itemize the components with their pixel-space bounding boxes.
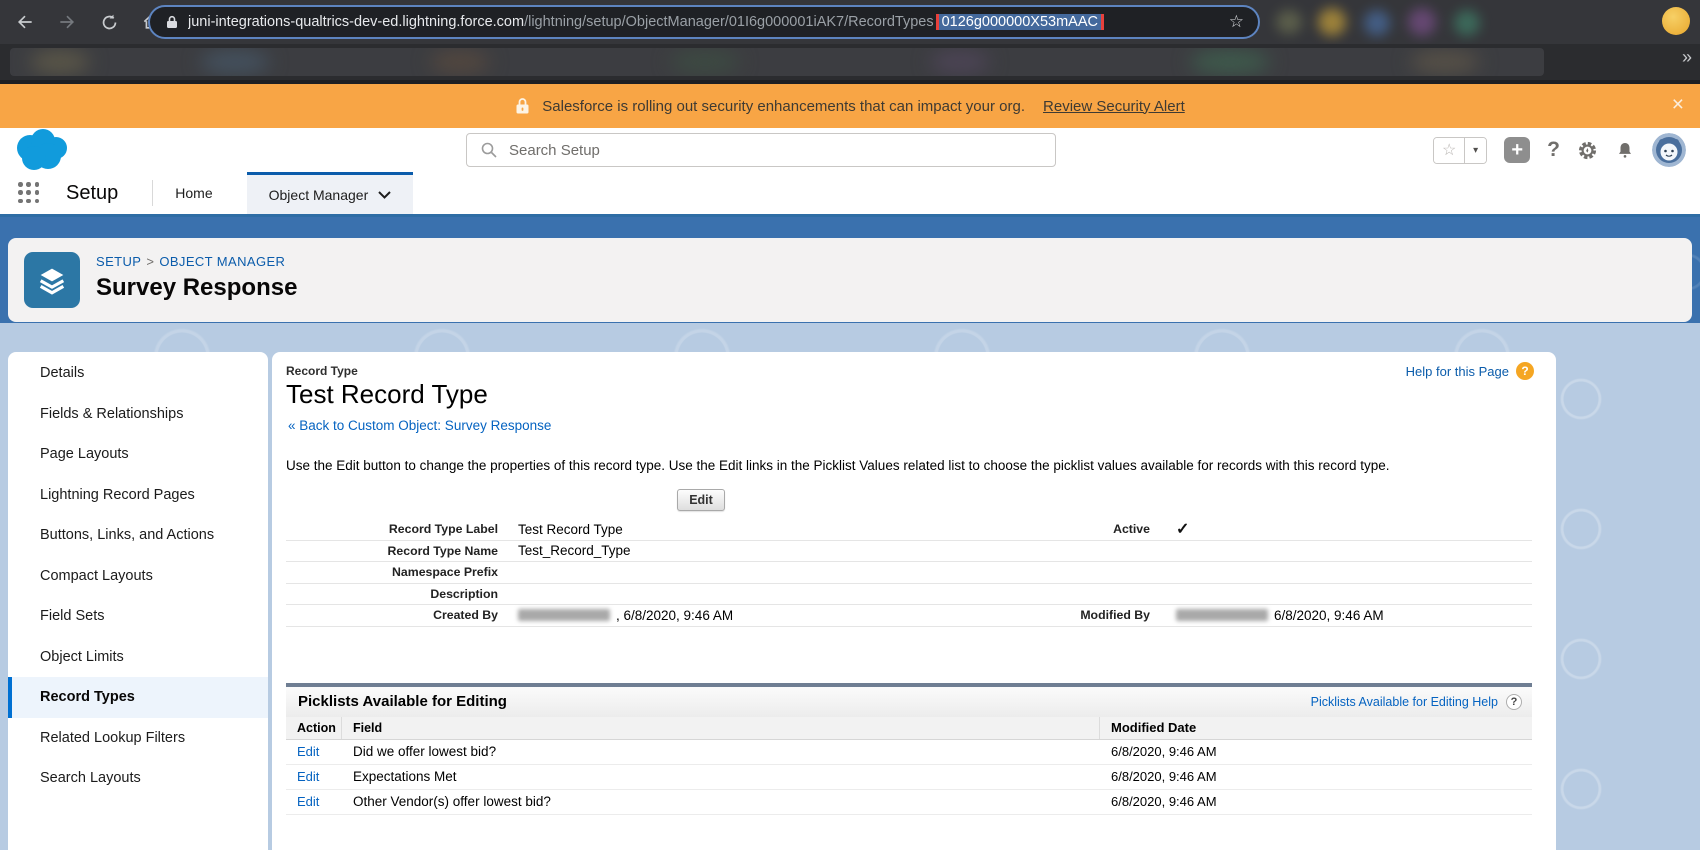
help-orange-icon[interactable]: ? (1516, 362, 1534, 380)
setup-nav-bar: Setup Home Object Manager (0, 172, 1700, 217)
picklist-edit-link[interactable]: Edit (297, 794, 319, 809)
search-icon (481, 142, 497, 158)
app-name: Setup (66, 182, 118, 205)
main-content: Help for this Page ? Record Type Test Re… (272, 352, 1556, 850)
sidebar-item[interactable]: Lightning Record Pages (8, 475, 268, 516)
sidebar-item[interactable]: Buttons, Links, and Actions (8, 515, 268, 556)
notifications-bell-icon[interactable] (1615, 140, 1635, 161)
salesforce-logo[interactable] (8, 124, 76, 179)
setup-gear-icon[interactable] (1577, 140, 1598, 161)
back-to-object-link[interactable]: « Back to Custom Object: Survey Response (288, 418, 551, 433)
bookmarks-blurred-strip (10, 48, 1544, 76)
url-bar[interactable]: juni-integrations-qualtrics-dev-ed.light… (148, 5, 1260, 39)
favorite-star-icon[interactable]: ☆ (1434, 138, 1464, 163)
record-type-title: Test Record Type (286, 379, 1532, 410)
record-type-detail: Record Type Label Test Record Type Activ… (286, 519, 1532, 627)
favorites-dropdown-icon[interactable]: ▾ (1464, 138, 1486, 163)
browser-back-icon[interactable] (8, 5, 42, 39)
picklist-row: Edit Did we offer lowest bid? 6/8/2020, … (286, 740, 1532, 765)
chevron-down-icon (378, 191, 391, 199)
breadcrumb-object-manager-link[interactable]: OBJECT MANAGER (159, 254, 285, 269)
extensions-blurred (1272, 4, 1512, 40)
screen: juni-integrations-qualtrics-dev-ed.light… (0, 0, 1700, 850)
bookmarks-bar: » (0, 44, 1700, 80)
browser-reload-icon[interactable] (92, 5, 126, 39)
picklist-modified-date: 6/8/2020, 9:46 AM (1100, 769, 1532, 784)
picklist-field-name: Expectations Met (342, 769, 1100, 784)
record-type-kicker: Record Type (286, 364, 1532, 378)
bookmark-star-icon[interactable]: ☆ (1229, 12, 1244, 32)
sidebar-item[interactable]: Object Limits (8, 637, 268, 678)
breadcrumb: SETUP>OBJECT MANAGER (96, 254, 285, 269)
banner-close-icon[interactable]: × (1672, 94, 1684, 116)
picklist-modified-date: 6/8/2020, 9:46 AM (1100, 794, 1532, 809)
picklist-field-name: Did we offer lowest bid? (342, 744, 1100, 759)
picklist-edit-link[interactable]: Edit (297, 769, 319, 784)
sidebar-item[interactable]: Fields & Relationships (8, 394, 268, 435)
browser-profile-avatar[interactable] (1662, 7, 1690, 35)
security-alert-banner: Salesforce is rolling out security enhan… (0, 84, 1700, 128)
help-icon[interactable]: ? (1547, 138, 1560, 162)
active-checkmark-icon: ✓ (1176, 519, 1189, 539)
picklist-row: Edit Other Vendor(s) offer lowest bid? 6… (286, 790, 1532, 815)
picklist-row: Edit Expectations Met 6/8/2020, 9:46 AM (286, 765, 1532, 790)
picklist-modified-date: 6/8/2020, 9:46 AM (1100, 744, 1532, 759)
page-title: Survey Response (96, 274, 297, 302)
sidebar-item[interactable]: Compact Layouts (8, 556, 268, 597)
picklist-field-name: Other Vendor(s) offer lowest bid? (342, 794, 1100, 809)
help-for-this-page-link[interactable]: Help for this Page (1406, 364, 1509, 379)
sidebar-item[interactable]: Related Lookup Filters (8, 718, 268, 759)
tab-home[interactable]: Home (153, 172, 234, 214)
url-text: juni-integrations-qualtrics-dev-ed.light… (188, 14, 1221, 30)
edit-button[interactable]: Edit (677, 489, 725, 511)
page-header-card: SETUP>OBJECT MANAGER Survey Response (8, 238, 1692, 322)
picklists-section-title: Picklists Available for Editing (298, 693, 1311, 710)
sidebar-item[interactable]: Details (8, 353, 268, 394)
picklists-table-header: Action Field Modified Date (286, 717, 1532, 740)
object-manager-sidebar: Details Fields & Relationships Page Layo… (8, 352, 268, 850)
picklist-edit-link[interactable]: Edit (297, 744, 319, 759)
setup-background: SETUP>OBJECT MANAGER Survey Response Det… (0, 217, 1700, 850)
search-setup-box[interactable] (466, 133, 1056, 167)
favorites-control[interactable]: ☆ ▾ (1433, 137, 1487, 164)
redacted-username (518, 609, 610, 621)
redacted-username (1176, 609, 1268, 621)
help-gray-icon[interactable]: ? (1506, 694, 1522, 710)
picklists-table: Action Field Modified Date Edit Did we o… (286, 717, 1532, 815)
browser-toolbar: juni-integrations-qualtrics-dev-ed.light… (0, 0, 1700, 44)
detail-row: Record Type Name Test_Record_Type (286, 541, 1532, 563)
global-header: ☆ ▾ + ? (0, 128, 1700, 172)
breadcrumb-setup-link[interactable]: SETUP (96, 254, 141, 269)
picklists-section: Picklists Available for Editing Picklist… (286, 683, 1532, 815)
app-launcher-icon[interactable] (18, 182, 40, 204)
sidebar-item[interactable]: Search Layouts (8, 758, 268, 799)
detail-row: Description (286, 584, 1532, 606)
picklists-help-link[interactable]: Picklists Available for Editing Help (1311, 695, 1498, 709)
detail-row: Record Type Label Test Record Type Activ… (286, 519, 1532, 541)
sidebar-item[interactable]: Record Types (8, 677, 268, 718)
sidebar-item[interactable]: Field Sets (8, 596, 268, 637)
sidebar-item[interactable]: Page Layouts (8, 434, 268, 475)
browser-forward-icon[interactable] (50, 5, 84, 39)
url-highlighted-id: 0126g000000X53mAAC (936, 14, 1104, 30)
user-avatar[interactable] (1652, 133, 1686, 167)
review-security-alert-link[interactable]: Review Security Alert (1043, 98, 1185, 115)
object-layers-icon (24, 252, 80, 308)
tls-lock-icon (166, 15, 178, 29)
banner-message: Salesforce is rolling out security enhan… (542, 98, 1025, 115)
banner-lock-icon (515, 97, 530, 115)
search-input[interactable] (509, 142, 1055, 159)
tab-object-manager[interactable]: Object Manager (247, 172, 414, 214)
detail-row: Namespace Prefix (286, 562, 1532, 584)
bookmarks-overflow-icon[interactable]: » (1682, 47, 1692, 68)
page-description: Use the Edit button to change the proper… (286, 458, 1532, 473)
detail-row: Created By , 6/8/2020, 9:46 AM Modified … (286, 605, 1532, 627)
global-actions-icon[interactable]: + (1504, 137, 1530, 163)
